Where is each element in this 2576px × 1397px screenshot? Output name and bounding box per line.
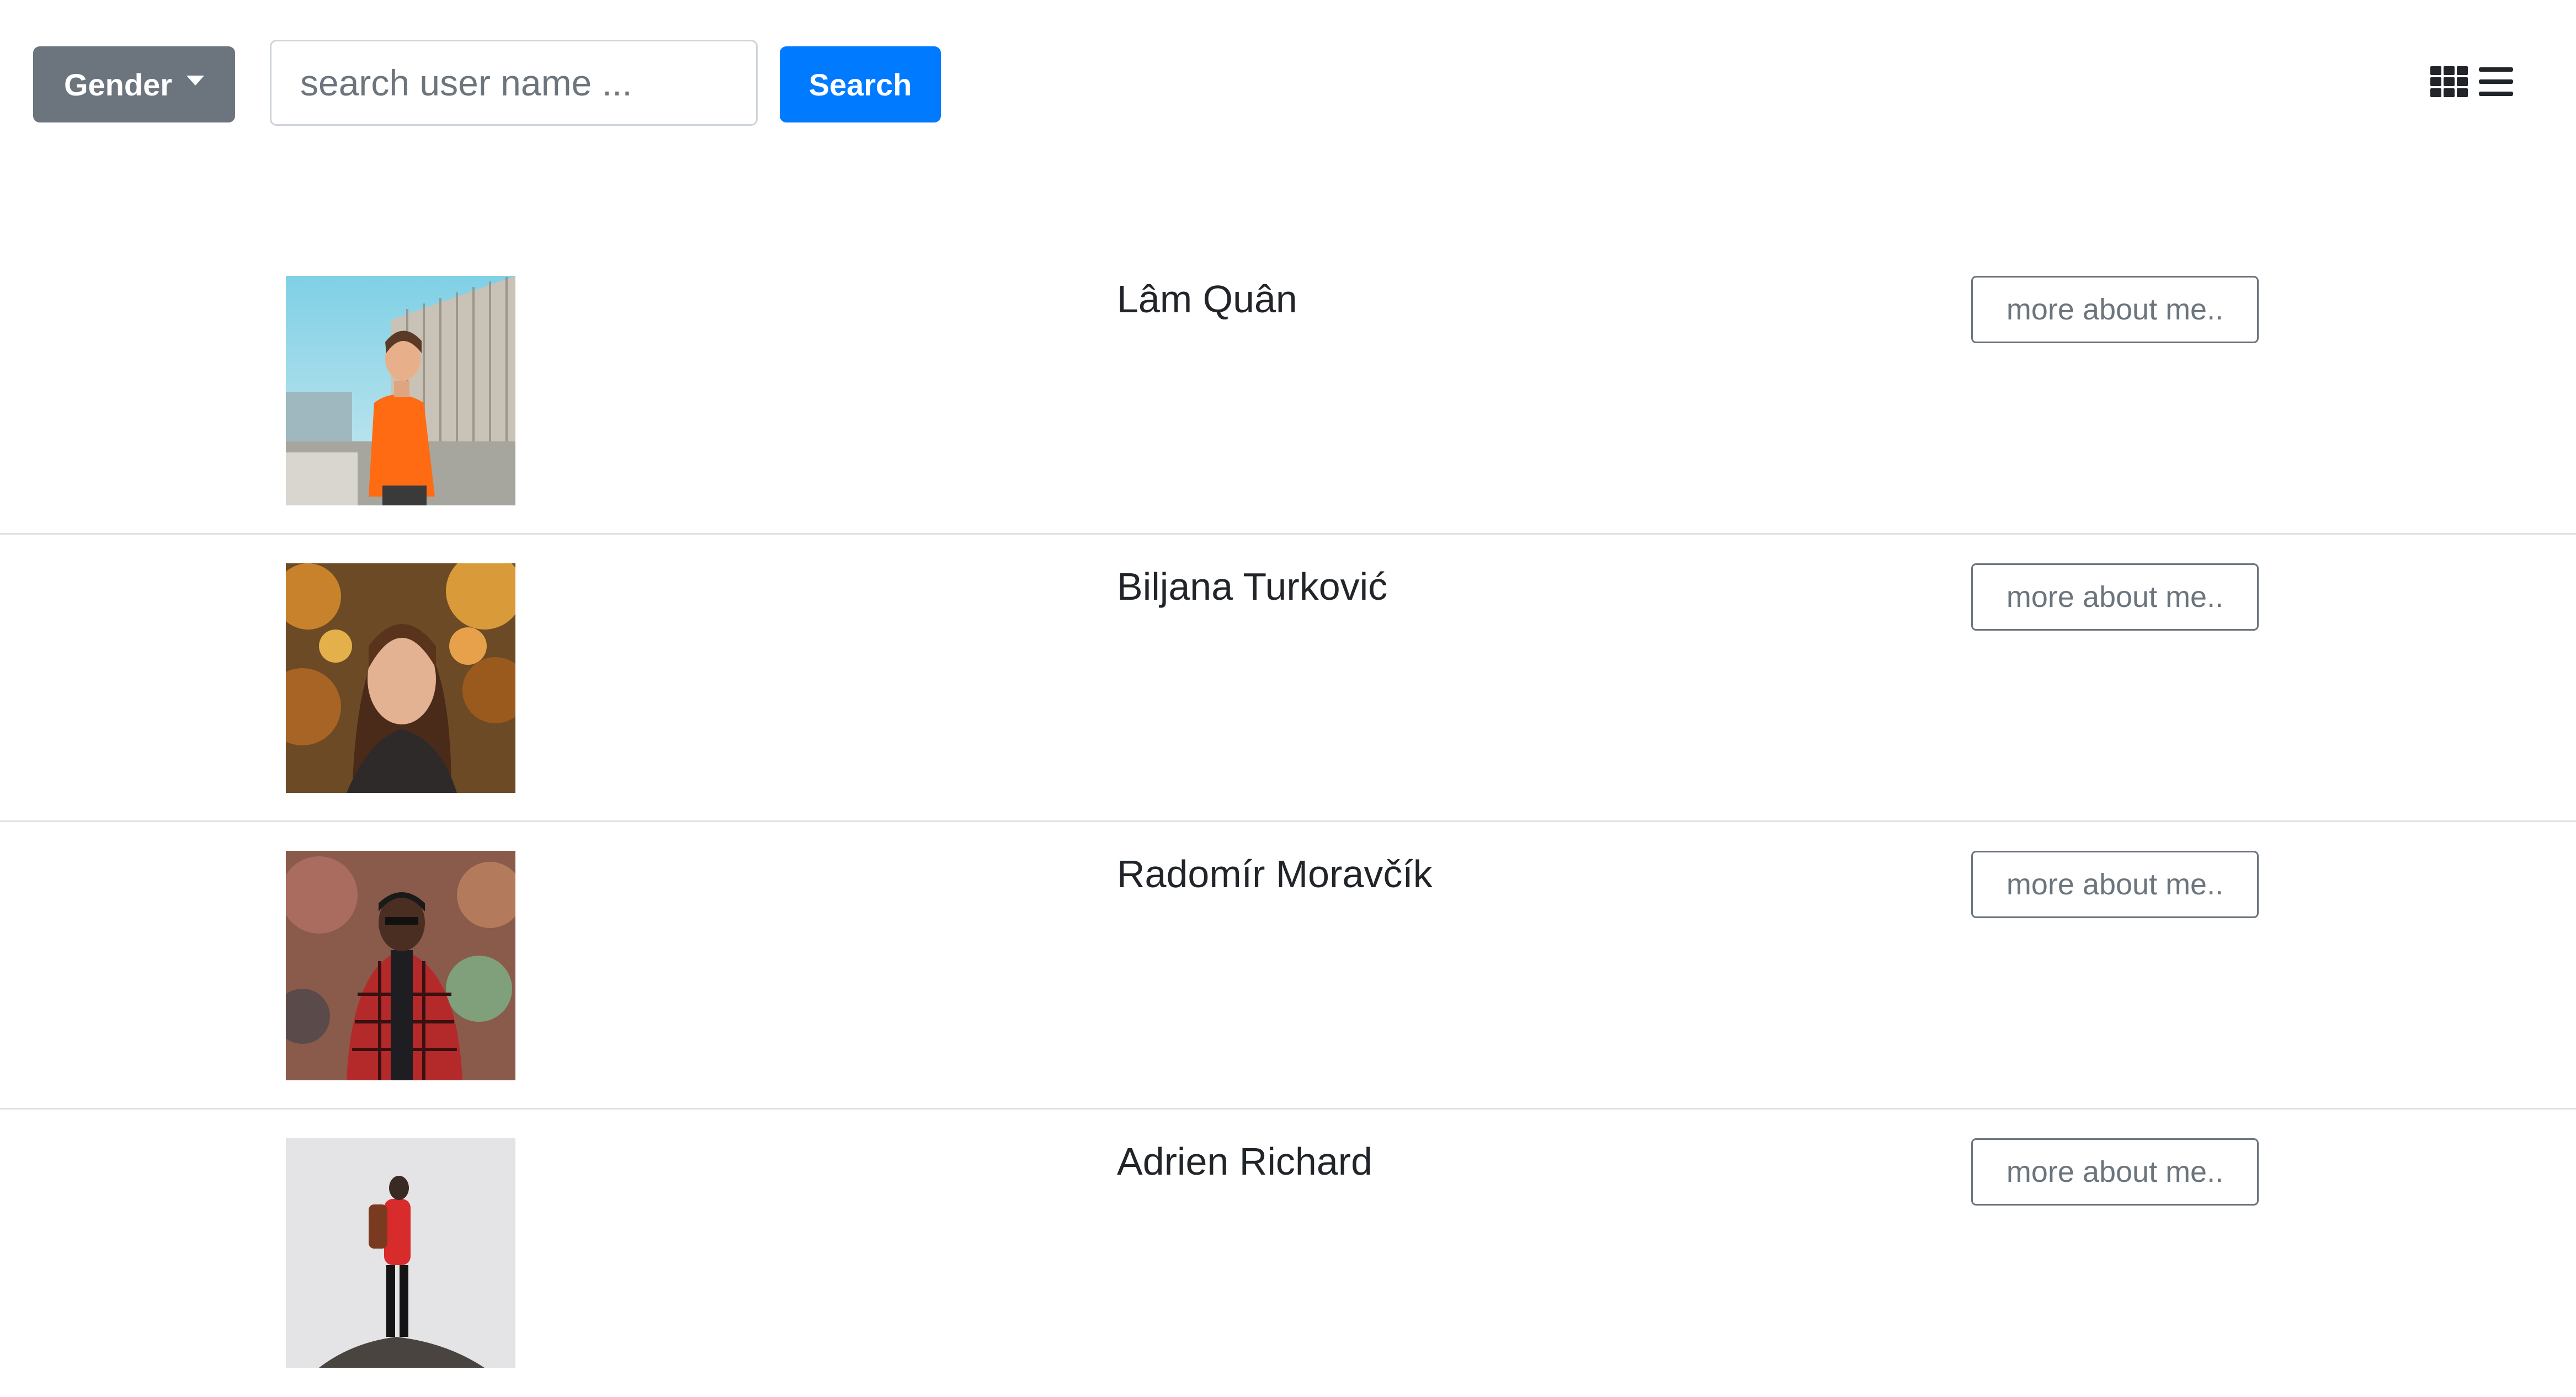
gender-dropdown-button[interactable]: Gender [33, 46, 235, 122]
user-list: Lâm Quân more about me.. Biljana Turkovi… [0, 247, 2576, 1397]
caret-down-icon [187, 76, 205, 86]
search-button[interactable]: Search [780, 46, 941, 122]
more-about-me-button[interactable]: more about me.. [1971, 276, 2259, 343]
user-photo [286, 276, 515, 505]
search-input[interactable] [270, 40, 758, 126]
more-about-me-button[interactable]: more about me.. [1971, 851, 2259, 918]
more-about-me-button[interactable]: more about me.. [1971, 1138, 2259, 1206]
user-name: Biljana Turković [1117, 565, 1388, 608]
toolbar: Gender Search [0, 0, 2576, 166]
more-about-me-button[interactable]: more about me.. [1971, 563, 2259, 631]
view-toggle [2430, 66, 2513, 97]
user-row: Lâm Quân more about me.. [0, 247, 2576, 535]
user-name: Radomír Moravčík [1117, 852, 1433, 895]
user-name: Adrien Richard [1117, 1140, 1372, 1183]
grid-icon[interactable] [2430, 66, 2468, 97]
user-photo [286, 851, 515, 1080]
user-name: Lâm Quân [1117, 278, 1297, 321]
user-row: Radomír Moravčík more about me.. [0, 822, 2576, 1110]
gender-label: Gender [63, 67, 173, 102]
list-icon[interactable] [2479, 66, 2513, 97]
user-row: Adrien Richard more about me.. [0, 1110, 2576, 1397]
user-photo [286, 1138, 515, 1368]
user-photo [286, 563, 515, 793]
user-row: Biljana Turković more about me.. [0, 535, 2576, 822]
